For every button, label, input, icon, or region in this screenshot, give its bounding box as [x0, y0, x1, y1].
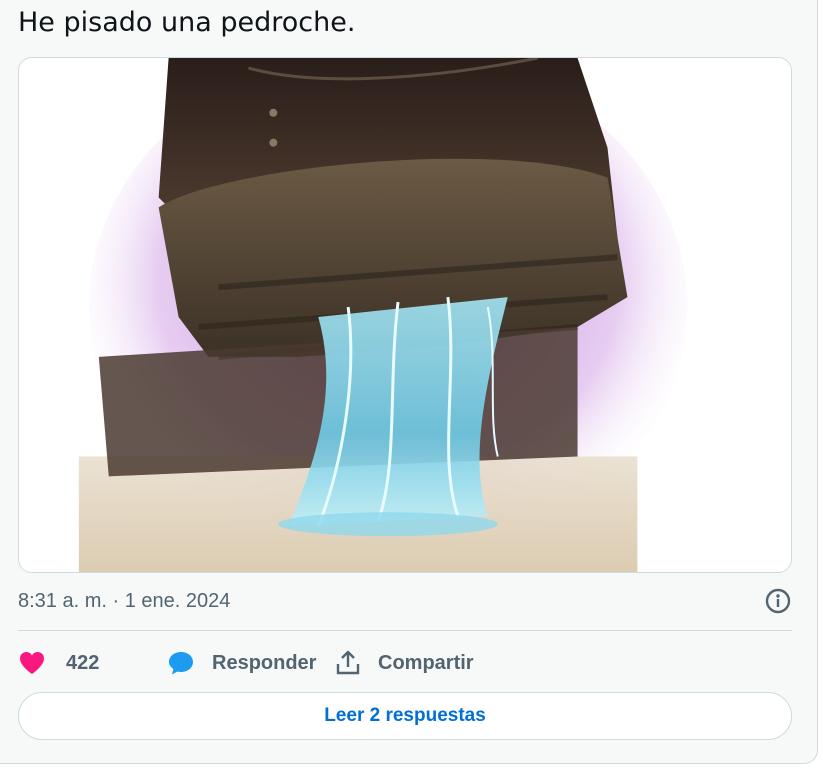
speech-bubble-icon — [168, 650, 194, 676]
share-button[interactable]: Compartir — [336, 650, 474, 676]
tweet-text: He pisado una pedroche. — [18, 7, 356, 38]
tweet-actions: 422 Responder Compartir — [18, 645, 474, 681]
read-replies-label: Leer 2 respuestas — [324, 705, 486, 726]
share-upload-icon — [336, 650, 360, 676]
reply-label: Responder — [212, 651, 317, 674]
read-replies-button[interactable]: Leer 2 respuestas — [18, 692, 792, 740]
divider — [18, 630, 792, 631]
info-circle-icon[interactable] — [764, 587, 792, 615]
reply-button[interactable]: Responder — [168, 650, 336, 676]
shoe-gum-photo — [19, 58, 791, 572]
tweet-meta: 8:31 a. m. · 1 ene. 2024 — [18, 586, 792, 616]
tweet-card: He pisado una pedroche. 8:31 a. m. · 1 e… — [0, 0, 818, 764]
tweet-media[interactable] — [18, 57, 792, 573]
share-label: Compartir — [378, 651, 474, 674]
like-button[interactable]: 422 — [18, 650, 168, 676]
heart-icon — [18, 650, 46, 676]
like-count: 422 — [66, 651, 100, 674]
tweet-timestamp[interactable]: 8:31 a. m. · 1 ene. 2024 — [18, 590, 230, 613]
